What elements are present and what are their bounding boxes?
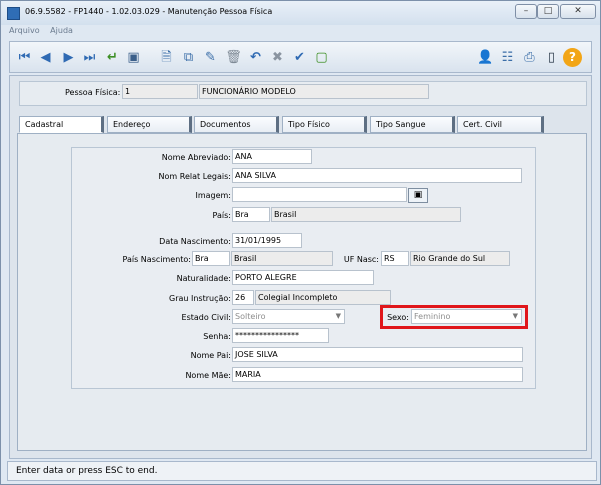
browse-image-icon[interactable]: ▣ — [408, 188, 428, 203]
uf-nasc-label: UF Nasc: — [343, 255, 379, 264]
next-record-icon[interactable]: ▶ — [60, 49, 77, 66]
exit-icon[interactable]: ▯ — [543, 49, 560, 66]
grau-instrucao-code-field[interactable]: 26 — [232, 290, 254, 305]
pessoa-fisica-label: Pessoa Física: — [65, 88, 121, 97]
print-icon[interactable]: ⎙ — [521, 49, 538, 66]
menu-bar: Arquivo Ajuda — [9, 26, 81, 39]
toolbar: ⏮ ◀ ▶ ⏭ ↵ ▣ 🗎 ⧉ ✎ 🗑 ↶ ✖ ✔ ▢ 👤 ☷ ⎙ ▯ ? — [9, 41, 592, 73]
undo-icon[interactable]: ↶ — [247, 49, 264, 66]
tab-cert-civil[interactable]: Cert. Civil — [457, 116, 544, 133]
senha-field[interactable]: **************** — [232, 328, 329, 343]
grau-instrucao-name-field: Colegial Incompleto — [255, 290, 391, 305]
maximize-button[interactable]: □ — [537, 4, 559, 19]
nome-mae-label: Nome Mãe: — [185, 371, 231, 380]
tree-icon[interactable]: ☷ — [499, 49, 516, 66]
pais-nascimento-name-field: Brasil — [231, 251, 333, 266]
chevron-down-icon: ▼ — [512, 312, 518, 320]
data-nascimento-label: Data Nascimento: — [159, 237, 231, 246]
estado-civil-label: Estado Civil: — [181, 313, 231, 322]
grau-instrucao-label: Grau Instrução: — [169, 294, 231, 303]
sexo-value: Feminino — [414, 312, 451, 321]
tab-tipo-sangue[interactable]: Tipo Sangue — [370, 116, 455, 133]
pais-nascimento-code-field[interactable]: Bra — [192, 251, 230, 266]
nome-abreviado-label: Nome Abreviado: — [161, 153, 231, 162]
new-record-icon[interactable]: 🗎 — [158, 49, 175, 66]
last-record-icon[interactable]: ⏭ — [81, 49, 98, 66]
window-title: 06.9.5582 - FP1440 - 1.02.03.029 - Manut… — [25, 7, 273, 16]
tab-endereco[interactable]: Endereço — [107, 116, 192, 133]
menu-arquivo[interactable]: Arquivo — [9, 26, 40, 35]
copy-record-icon[interactable]: ⧉ — [180, 49, 197, 66]
senha-label: Senha: — [203, 332, 231, 341]
help-icon[interactable]: ? — [563, 48, 582, 67]
uf-nasc-name-field: Rio Grande do Sul — [410, 251, 510, 266]
nom-relat-legais-label: Nom Relat Legais: — [158, 172, 231, 181]
minimize-button[interactable]: – — [515, 4, 537, 19]
pessoa-fisica-name-field: FUNCIONÁRIO MODELO — [199, 84, 429, 99]
cancel-icon[interactable]: ✖ — [269, 49, 286, 66]
close-button[interactable]: ✕ — [560, 4, 596, 19]
first-record-icon[interactable]: ⏮ — [16, 49, 33, 66]
delete-record-icon[interactable]: 🗑 — [225, 49, 242, 66]
nome-mae-field[interactable]: MARIA — [232, 367, 523, 382]
imagem-field[interactable] — [232, 187, 407, 202]
title-bar: 06.9.5582 - FP1440 - 1.02.03.029 - Manut… — [1, 1, 600, 25]
tab-cadastral[interactable]: Cadastral — [19, 116, 104, 133]
uf-nasc-code-field[interactable]: RS — [381, 251, 409, 266]
document-icon[interactable]: ▢ — [313, 49, 330, 66]
app-icon — [7, 7, 20, 20]
sexo-select[interactable]: Feminino ▼ — [411, 309, 522, 324]
pais-code-field[interactable]: Bra — [232, 207, 270, 222]
check-icon[interactable]: ✔ — [291, 49, 308, 66]
sexo-label: Sexo: — [387, 313, 409, 322]
naturalidade-field[interactable]: PORTO ALEGRE — [232, 270, 374, 285]
chevron-down-icon: ▼ — [335, 312, 341, 320]
estado-civil-value: Solteiro — [235, 312, 266, 321]
tab-documentos[interactable]: Documentos — [194, 116, 279, 133]
nome-pai-label: Nome Pai: — [190, 351, 231, 360]
tab-tipo-fisico[interactable]: Tipo Físico — [282, 116, 367, 133]
app-window: 06.9.5582 - FP1440 - 1.02.03.029 - Manut… — [0, 0, 601, 485]
pessoa-fisica-id-field: 1 — [122, 84, 198, 99]
nome-pai-field[interactable]: JOSE SILVA — [232, 347, 523, 362]
nom-relat-legais-field[interactable]: ANA SILVA — [232, 168, 522, 183]
view-icon[interactable]: ▣ — [125, 49, 142, 66]
imagem-label: Imagem: — [195, 191, 231, 200]
data-nascimento-field[interactable]: 31/01/1995 — [232, 233, 302, 248]
previous-record-icon[interactable]: ◀ — [37, 49, 54, 66]
pais-nascimento-label: País Nascimento: — [122, 255, 192, 264]
edit-record-icon[interactable]: ✎ — [202, 49, 219, 66]
naturalidade-label: Naturalidade: — [176, 274, 231, 283]
status-bar: Enter data or press ESC to end. — [7, 461, 597, 481]
nome-abreviado-field[interactable]: ANA — [232, 149, 312, 164]
confirm-icon[interactable]: ↵ — [104, 49, 121, 66]
pais-label: País: — [212, 211, 231, 220]
menu-ajuda[interactable]: Ajuda — [50, 26, 73, 35]
estado-civil-select[interactable]: Solteiro ▼ — [232, 309, 345, 324]
pais-name-field: Brasil — [271, 207, 461, 222]
user-icon[interactable]: 👤 — [477, 49, 494, 66]
